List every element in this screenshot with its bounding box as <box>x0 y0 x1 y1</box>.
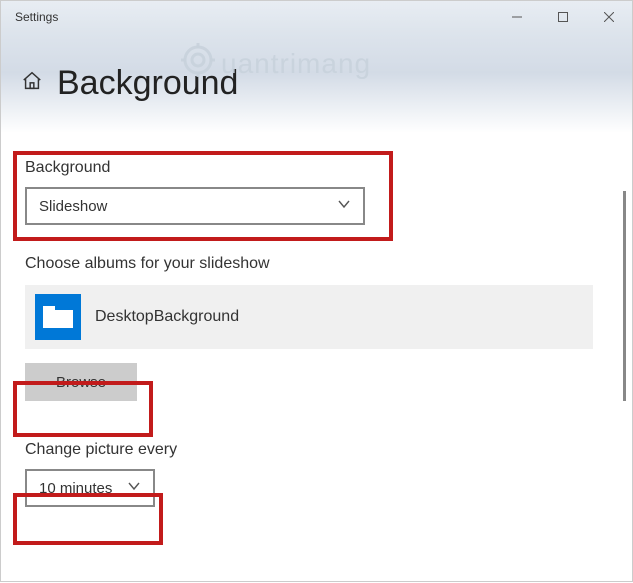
watermark-text: uantrimang <box>221 48 371 80</box>
chevron-down-icon <box>127 479 141 497</box>
scrollbar[interactable] <box>623 191 626 401</box>
titlebar: Settings <box>1 1 632 33</box>
minimize-button[interactable] <box>494 1 540 33</box>
home-icon[interactable] <box>21 70 43 97</box>
close-button[interactable] <box>586 1 632 33</box>
browse-button-label: Browse <box>56 374 106 391</box>
folder-icon <box>35 294 81 340</box>
background-dropdown[interactable]: Slideshow <box>25 187 365 225</box>
album-item[interactable]: DesktopBackground <box>25 285 593 349</box>
albums-section: Choose albums for your slideshow Desktop… <box>25 255 608 401</box>
window-title: Settings <box>15 10 494 24</box>
albums-label: Choose albums for your slideshow <box>25 255 608 273</box>
interval-dropdown[interactable]: 10 minutes <box>25 469 155 507</box>
browse-button[interactable]: Browse <box>25 363 137 401</box>
interval-label: Change picture every <box>25 441 608 459</box>
background-section: Background Slideshow <box>25 159 608 225</box>
content-area: Background Slideshow Choose albums for y… <box>1 133 632 583</box>
album-name: DesktopBackground <box>95 308 239 326</box>
page-title: Background <box>57 64 238 103</box>
maximize-button[interactable] <box>540 1 586 33</box>
window-controls <box>494 1 632 33</box>
interval-dropdown-value: 10 minutes <box>39 480 112 497</box>
background-label: Background <box>25 159 608 177</box>
interval-section: Change picture every 10 minutes <box>25 441 608 507</box>
background-dropdown-value: Slideshow <box>39 198 107 215</box>
header-banner: uantrimang Background <box>1 33 632 133</box>
chevron-down-icon <box>337 197 351 215</box>
